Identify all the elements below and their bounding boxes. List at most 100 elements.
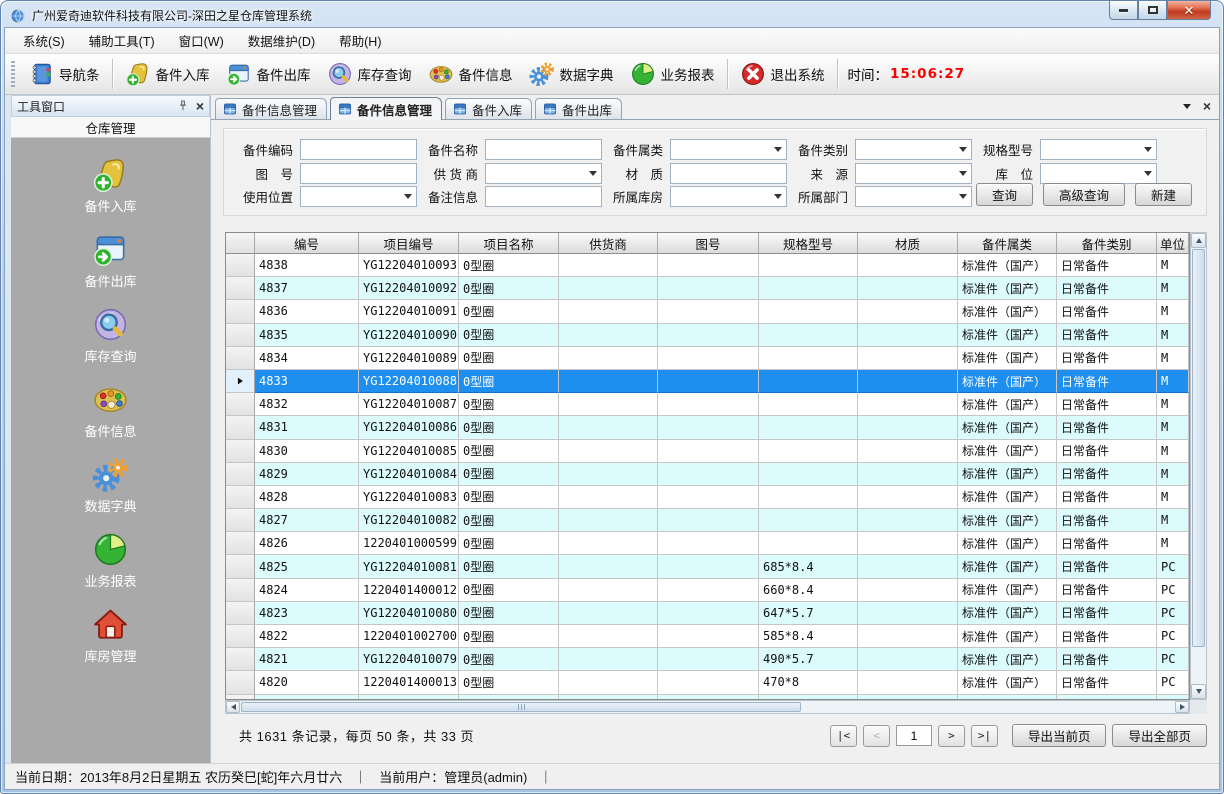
table-row[interactable]: 482012204014000130型圈470*8标准件（国产）日常备件PC — [226, 671, 1189, 694]
table-row[interactable]: 482612204010005990型圈标准件（国产）日常备件M — [226, 532, 1189, 555]
menu-aux-tools[interactable]: 辅助工具(T) — [79, 27, 165, 54]
menu-system[interactable]: 系统(S) — [13, 27, 75, 54]
parts-inbound-button[interactable]: 备件入库 — [117, 58, 218, 90]
table-row[interactable]: 4834YG122040100890型圈标准件（国产）日常备件M — [226, 347, 1189, 370]
data-dictionary-button[interactable]: 数据字典 — [521, 58, 622, 90]
source-select[interactable] — [855, 163, 972, 184]
parts-outbound-button[interactable]: 备件出库 — [218, 58, 319, 90]
part-attr-class-select[interactable] — [670, 139, 787, 160]
tab-list-dropdown-icon[interactable] — [1183, 104, 1191, 109]
remark-input[interactable] — [485, 186, 602, 207]
menu-window[interactable]: 窗口(W) — [169, 27, 234, 54]
export-current-page-button[interactable]: 导出当前页 — [1012, 724, 1107, 747]
scroll-down-button[interactable] — [1191, 684, 1206, 699]
spec-model-select[interactable] — [1040, 139, 1157, 160]
export-all-pages-button[interactable]: 导出全部页 — [1112, 724, 1207, 747]
vertical-scrollbar[interactable] — [1190, 232, 1207, 700]
advanced-query-button[interactable]: 高级查询 — [1043, 183, 1125, 206]
table-cell: 0型圈 — [459, 555, 559, 578]
tool-window-close-icon[interactable]: × — [196, 99, 204, 113]
stock-query-button[interactable]: 库存查询 — [319, 58, 420, 90]
horizontal-scroll-thumb[interactable] — [241, 702, 801, 712]
last-page-button[interactable]: >| — [971, 725, 998, 747]
prev-page-button[interactable]: < — [863, 725, 890, 747]
app-window: 广州爱奇迪软件科技有限公司-深田之星仓库管理系统 ✕ 系统(S)辅助工具(T)窗… — [0, 0, 1224, 794]
query-button[interactable]: 查询 — [976, 183, 1033, 206]
use-position-label: 使用位置 — [238, 187, 300, 206]
table-row[interactable]: 4836YG122040100910型圈标准件（国产）日常备件M — [226, 300, 1189, 323]
table-cell — [658, 277, 759, 300]
drawing-no-input[interactable] — [300, 163, 417, 184]
sidebar-item-parts-info[interactable]: 备件信息 — [84, 381, 136, 440]
table-row[interactable]: 4823YG122040100800型圈647*5.7标准件（国产）日常备件PC — [226, 602, 1189, 625]
tab-window-icon — [453, 102, 467, 116]
tab-parts-info-management-1[interactable]: 备件信息管理 — [215, 98, 327, 119]
pin-icon[interactable] — [176, 99, 190, 113]
table-row[interactable]: 4833YG122040100880型圈标准件（国产）日常备件M — [226, 370, 1189, 393]
table-cell — [658, 254, 759, 277]
sidebar-item-parts-inbound[interactable]: 备件入库 — [84, 156, 136, 215]
vertical-scroll-thumb[interactable] — [1192, 249, 1205, 647]
table-row[interactable]: 4830YG122040100850型圈标准件（国产）日常备件M — [226, 440, 1189, 463]
data-grid: 编号项目编号项目名称供货商图号规格型号材质备件属类备件类别单位 4838YG12… — [225, 232, 1190, 700]
table-row[interactable]: 4835YG122040100900型圈标准件（国产）日常备件M — [226, 324, 1189, 347]
sidebar-item-business-report[interactable]: 业务报表 — [84, 531, 136, 590]
table-cell: 标准件（国产） — [958, 671, 1057, 694]
table-row[interactable]: 4821YG122040100790型圈490*5.7标准件（国产）日常备件PC — [226, 648, 1189, 671]
menu-data-maintenance[interactable]: 数据维护(D) — [238, 27, 325, 54]
table-row[interactable]: 4827YG122040100820型圈标准件（国产）日常备件M — [226, 509, 1189, 532]
part-code-input[interactable] — [300, 139, 417, 160]
department-select[interactable] — [855, 186, 972, 207]
storage-location-select[interactable] — [1040, 163, 1157, 184]
parts-info-button[interactable]: 备件信息 — [420, 58, 521, 90]
tab-close-icon[interactable]: × — [1203, 99, 1211, 113]
tab-parts-info-management-2[interactable]: 备件信息管理 — [330, 97, 442, 120]
table-cell: 标准件（国产） — [958, 625, 1057, 648]
table-row[interactable]: 4829YG122040100840型圈标准件（国产）日常备件M — [226, 463, 1189, 486]
tab-parts-inbound[interactable]: 备件入库 — [445, 98, 532, 119]
horizontal-scrollbar[interactable] — [225, 700, 1190, 714]
table-cell — [759, 416, 858, 439]
table-row[interactable]: 4831YG122040100860型圈标准件（国产）日常备件M — [226, 416, 1189, 439]
warehouse-select[interactable] — [670, 186, 787, 207]
table-cell — [559, 254, 658, 277]
tab-parts-outbound[interactable]: 备件出库 — [535, 98, 622, 119]
business-report-button[interactable]: 业务报表 — [622, 58, 723, 90]
table-row[interactable]: 4828YG122040100830型圈标准件（国产）日常备件M — [226, 486, 1189, 509]
table-cell: PC — [1157, 648, 1189, 671]
next-page-button[interactable]: > — [938, 725, 965, 747]
table-cell: PC — [1157, 625, 1189, 648]
part-name-input[interactable] — [485, 139, 602, 160]
table-row[interactable]: 4838YG122040100930型圈标准件（国产）日常备件M — [226, 254, 1189, 277]
table-cell: 4836 — [255, 300, 359, 323]
new-button[interactable]: 新建 — [1135, 183, 1192, 206]
maximize-button[interactable] — [1138, 1, 1167, 20]
sidebar-item-data-dictionary[interactable]: 数据字典 — [84, 456, 136, 515]
page-number-input[interactable] — [896, 725, 932, 746]
sidebar-item-warehouse-management[interactable]: 库房管理 — [84, 606, 136, 665]
material-input[interactable] — [670, 163, 787, 184]
scroll-up-button[interactable] — [1191, 233, 1206, 248]
table-row[interactable]: 4832YG122040100870型圈标准件（国产）日常备件M — [226, 393, 1189, 416]
menu-help[interactable]: 帮助(H) — [329, 27, 391, 54]
scroll-left-button[interactable] — [226, 701, 240, 713]
close-button[interactable]: ✕ — [1167, 1, 1211, 20]
sidebar-item-parts-outbound[interactable]: 备件出库 — [84, 231, 136, 290]
status-separator: ｜ — [539, 767, 552, 786]
minimize-button[interactable] — [1109, 1, 1138, 20]
table-cell — [858, 277, 958, 300]
use-position-select[interactable] — [300, 186, 417, 207]
table-row[interactable]: 4837YG122040100920型圈标准件（国产）日常备件M — [226, 277, 1189, 300]
part-category-select[interactable] — [855, 139, 972, 160]
exit-system-button[interactable]: 退出系统 — [732, 58, 833, 90]
first-page-button[interactable]: |< — [830, 725, 857, 747]
scroll-right-button[interactable] — [1175, 701, 1189, 713]
table-row[interactable]: 482412204014000120型圈660*8.4标准件（国产）日常备件PC — [226, 579, 1189, 602]
nav-bar-button[interactable]: 导航条 — [20, 58, 108, 90]
sidebar-item-label: 库存查询 — [84, 346, 136, 365]
table-row[interactable]: 482212204010027000型圈585*8.4标准件（国产）日常备件PC — [226, 625, 1189, 648]
table-row[interactable]: 4825YG122040100810型圈685*8.4标准件（国产）日常备件PC — [226, 555, 1189, 578]
supplier-select[interactable] — [485, 163, 602, 184]
sidebar-item-stock-query[interactable]: 库存查询 — [84, 306, 136, 365]
toolbar-grip[interactable] — [11, 61, 15, 87]
